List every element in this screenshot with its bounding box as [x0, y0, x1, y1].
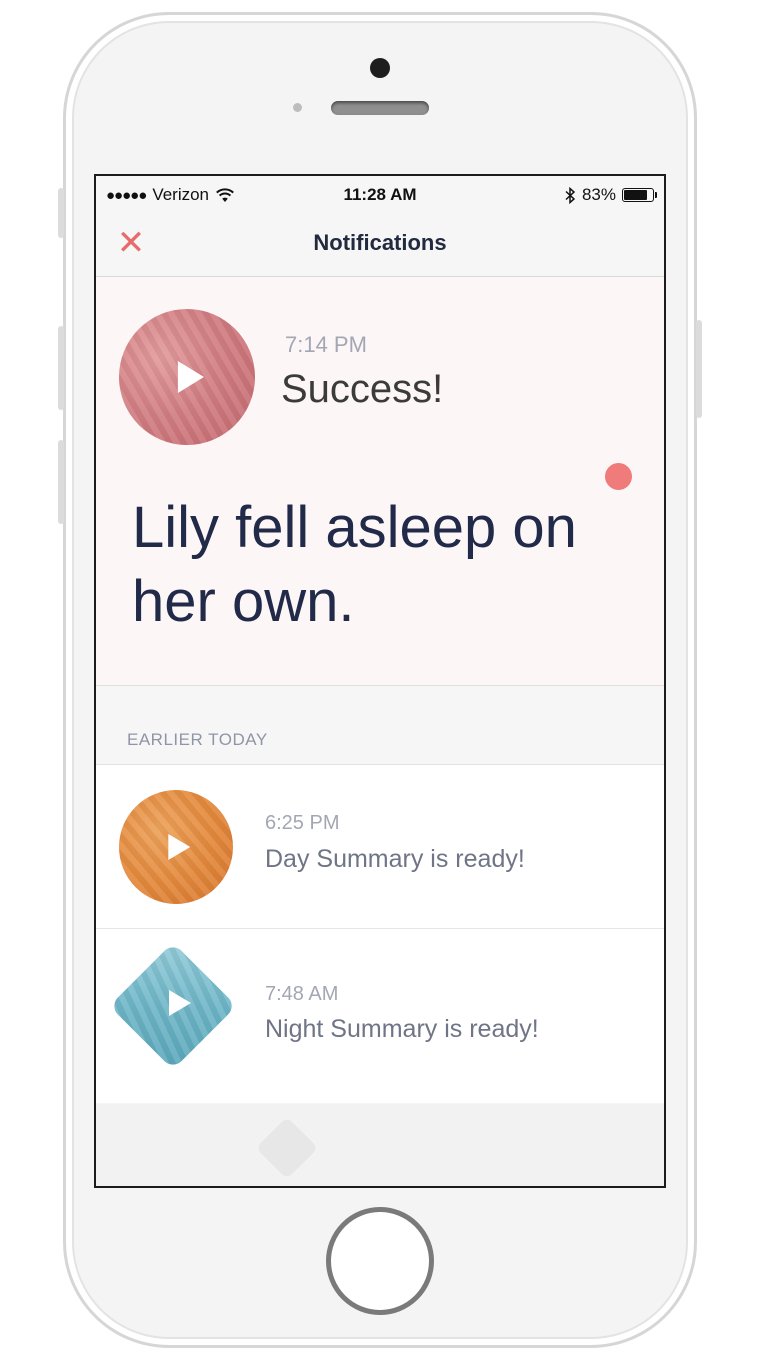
notification-time: 7:48 AM [265, 983, 339, 1005]
notification-label: Success! [281, 367, 444, 411]
earpiece-speaker [331, 101, 429, 115]
status-bar: ●●●●● Verizon 11:28 AM 83% [96, 176, 664, 214]
nav-bar: ✕ Notifications [96, 214, 664, 277]
battery-icon [622, 188, 657, 202]
page-title: Notifications [313, 230, 447, 255]
notification-message: Lily fell asleep on her own. [132, 495, 577, 634]
notification-text: Day Summary is ready! [265, 845, 525, 873]
notification-text: Night Summary is ready! [265, 1015, 539, 1043]
front-camera [370, 58, 390, 78]
status-right: 83% [565, 185, 657, 205]
play-icon [168, 834, 191, 860]
diamond-placeholder-icon [255, 1116, 319, 1180]
list-item[interactable]: 7:48 AM Night Summary is ready! [96, 929, 664, 1103]
notification-time: 6:25 PM [265, 812, 340, 834]
play-icon [169, 990, 191, 1016]
home-button[interactable] [326, 1207, 434, 1315]
video-thumbnail[interactable] [119, 309, 255, 445]
featured-notification[interactable]: 7:14 PM Success! Lily fell asleep on her… [96, 277, 664, 686]
battery-percent: 83% [581, 185, 616, 204]
mute-switch [58, 188, 64, 238]
section-label: EARLIER TODAY [127, 730, 268, 749]
section-header: EARLIER TODAY [96, 686, 664, 765]
empty-area [96, 1104, 664, 1186]
battery-fill [624, 190, 647, 200]
notification-time: 7:14 PM [285, 332, 367, 357]
power-button [696, 320, 702, 418]
screen: ●●●●● Verizon 11:28 AM 83% ✕ Notificatio… [94, 174, 666, 1188]
play-icon [177, 361, 204, 393]
volume-down-button [58, 440, 64, 524]
video-thumbnail[interactable] [119, 790, 233, 904]
unread-indicator [605, 463, 632, 490]
volume-up-button [58, 326, 64, 410]
bluetooth-icon [565, 186, 576, 204]
proximity-sensor [293, 103, 302, 112]
list-item[interactable]: 6:25 PM Day Summary is ready! [96, 765, 664, 929]
